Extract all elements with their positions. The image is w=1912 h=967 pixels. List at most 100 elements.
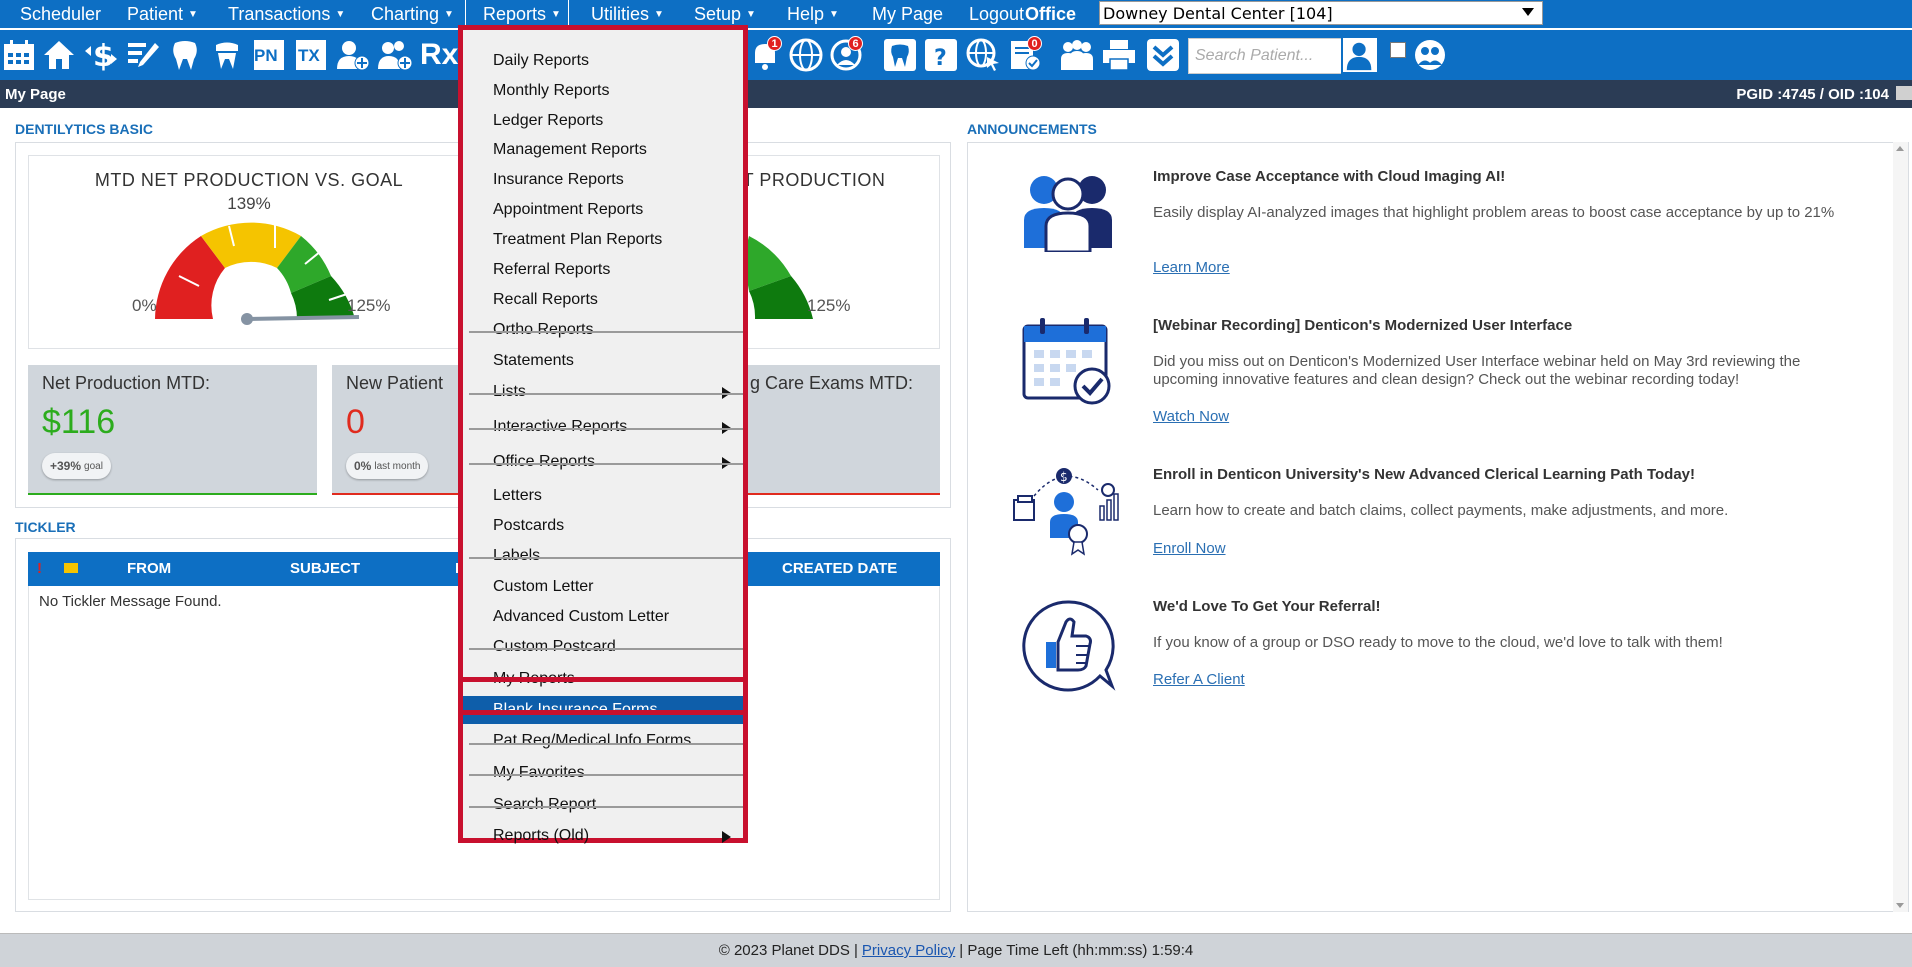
menu-labels[interactable]: Labels (463, 541, 743, 571)
tickler-empty-message: No Tickler Message Found. (39, 593, 222, 610)
nav-patient-label: Patient (127, 3, 184, 24)
menu-monthly-reports-label: Monthly Reports (493, 82, 610, 99)
progress-notes-icon[interactable]: PN (250, 36, 288, 74)
gauge-card-production-goal: MTD NET PRODUCTION VS. GOAL 139% 0% 125% (28, 155, 470, 349)
print-icon[interactable] (1896, 86, 1912, 100)
menu-pat-reg-medical-info-forms[interactable]: Pat Reg/Medical Info Forms (463, 726, 743, 756)
menu-custom-postcard[interactable]: Custom Postcard (463, 632, 743, 662)
menu-ortho-reports[interactable]: Ortho Reports (463, 315, 743, 345)
menu-appointment-reports[interactable]: Appointment Reports (463, 195, 743, 225)
announcement-2-text: Did you miss out on Denticon's Modernize… (1153, 353, 1801, 388)
nav-setup[interactable]: Setup ▼ (694, 0, 756, 28)
globe-people-icon[interactable] (787, 36, 825, 74)
nav-transactions[interactable]: Transactions ▼ (228, 0, 345, 28)
svg-text:?: ? (934, 46, 947, 71)
menu-office-reports-label: Office Reports (493, 453, 595, 470)
calendar-icon[interactable] (0, 36, 38, 74)
kpi-net-production-pill-value: +39% (50, 459, 82, 473)
edit-list-icon[interactable] (124, 36, 162, 74)
add-family-icon[interactable] (376, 36, 414, 74)
announcements-section-title: ANNOUNCEMENTS (967, 121, 1097, 137)
printer-icon[interactable] (1100, 36, 1138, 74)
menu-office-reports[interactable]: Office Reports (463, 447, 743, 477)
menu-my-reports[interactable]: My Reports (463, 664, 743, 694)
tooth-ortho-icon[interactable] (208, 36, 246, 74)
progress-notes-text: PN (254, 46, 278, 65)
announcements-scrollbar[interactable] (1893, 142, 1908, 912)
thumbs-up-icon (1022, 600, 1116, 692)
nav-logout[interactable]: Logout (969, 0, 1024, 28)
nav-reports[interactable]: Reports ▼ (465, 0, 569, 28)
col-created-date[interactable]: CREATED DATE (782, 560, 897, 577)
group-icon[interactable] (1058, 36, 1096, 74)
gauge1-max-label: 125% (347, 296, 391, 315)
tasks-icon[interactable]: 6 (827, 36, 865, 74)
menu-reports-old[interactable]: Reports (Old) (463, 821, 743, 851)
user-search-icon (1346, 42, 1372, 71)
office-select[interactable]: Downey Dental Center [104] (1099, 1, 1543, 25)
add-patient-icon[interactable] (334, 36, 372, 74)
calendar-check-icon (1022, 318, 1111, 405)
nav-help[interactable]: Help ▼ (787, 0, 839, 28)
menu-interactive-reports[interactable]: Interactive Reports (463, 412, 743, 442)
menu-daily-reports[interactable]: Daily Reports (463, 46, 743, 76)
menu-custom-letter[interactable]: Custom Letter (463, 572, 743, 602)
menu-search-report-label: Search Report (493, 796, 597, 813)
menu-lists[interactable]: Lists (463, 377, 743, 407)
scroll-down-icon[interactable] (1896, 903, 1904, 908)
announcement-4-title: We'd Love To Get Your Referral! (1153, 598, 1381, 615)
toolbar-checkbox[interactable] (1390, 42, 1406, 58)
menu-divider (469, 393, 743, 395)
alert-icon: ! (37, 560, 42, 577)
treatment-icon[interactable]: TX (292, 36, 330, 74)
footer-time-left: | Page Time Left (hh:mm:ss) 1:59:4 (959, 942, 1194, 959)
notification-badge: 1 (767, 36, 782, 51)
nav-my-page[interactable]: My Page (872, 0, 943, 28)
menu-insurance-reports[interactable]: Insurance Reports (463, 165, 743, 195)
menu-postcards[interactable]: Postcards (463, 511, 743, 541)
menu-referral-reports[interactable]: Referral Reports (463, 255, 743, 285)
tooth-chart-icon[interactable] (881, 36, 919, 74)
tooth-icon[interactable] (166, 36, 204, 74)
menu-management-reports[interactable]: Management Reports (463, 135, 743, 165)
privacy-policy-link[interactable]: Privacy Policy (862, 942, 955, 959)
home-icon[interactable] (40, 36, 78, 74)
menu-letters[interactable]: Letters (463, 481, 743, 511)
office-select-value: Downey Dental Center [104] (1103, 3, 1333, 23)
tooth-help-icon[interactable]: ? (922, 36, 960, 74)
menu-treatment-plan-reports[interactable]: Treatment Plan Reports (463, 225, 743, 255)
menu-recall-reports-label: Recall Reports (493, 291, 598, 308)
document-check-icon[interactable]: 0 (1006, 36, 1044, 74)
nav-utilities[interactable]: Utilities ▼ (591, 0, 664, 28)
toolbar: $ PN TX Rx 1 6 ? 0 (0, 30, 1912, 80)
menu-search-report[interactable]: Search Report (463, 790, 743, 820)
dollar-arrows-icon[interactable]: $ (82, 36, 120, 74)
notification-icon[interactable]: 1 (746, 36, 784, 74)
col-from[interactable]: FROM (127, 560, 171, 577)
menu-ledger-reports[interactable]: Ledger Reports (463, 106, 743, 136)
caret-down-icon: ▼ (551, 8, 561, 20)
kpi-new-patient-value: 0 (346, 403, 365, 441)
menu-monthly-reports[interactable]: Monthly Reports (463, 76, 743, 106)
chevrons-down-icon[interactable] (1144, 36, 1182, 74)
menu-divider (469, 331, 743, 333)
nav-scheduler[interactable]: Scheduler (20, 0, 101, 28)
announcement-1-link[interactable]: Learn More (1153, 259, 1230, 276)
announcement-2-link[interactable]: Watch Now (1153, 408, 1229, 425)
announcement-4-link[interactable]: Refer A Client (1153, 671, 1245, 688)
col-subject[interactable]: SUBJECT (290, 560, 360, 577)
caret-down-icon: ▼ (654, 8, 664, 20)
prescription-icon[interactable]: Rx (418, 36, 458, 74)
user-group-search-icon[interactable] (1411, 36, 1449, 74)
menu-blank-insurance-forms[interactable]: Blank Insurance Forms (463, 696, 743, 724)
menu-recall-reports[interactable]: Recall Reports (463, 285, 743, 315)
nav-patient[interactable]: Patient ▼ (127, 0, 198, 28)
nav-charting[interactable]: Charting ▼ (371, 0, 454, 28)
search-user-button[interactable] (1341, 36, 1379, 74)
scroll-up-icon[interactable] (1896, 146, 1904, 151)
menu-my-favorites[interactable]: My Favorites (463, 758, 743, 788)
menu-statements[interactable]: Statements (463, 346, 743, 376)
menu-advanced-custom-letter[interactable]: Advanced Custom Letter (463, 602, 743, 632)
announcement-3-link[interactable]: Enroll Now (1153, 540, 1226, 557)
globe-cursor-icon[interactable] (964, 36, 1002, 74)
